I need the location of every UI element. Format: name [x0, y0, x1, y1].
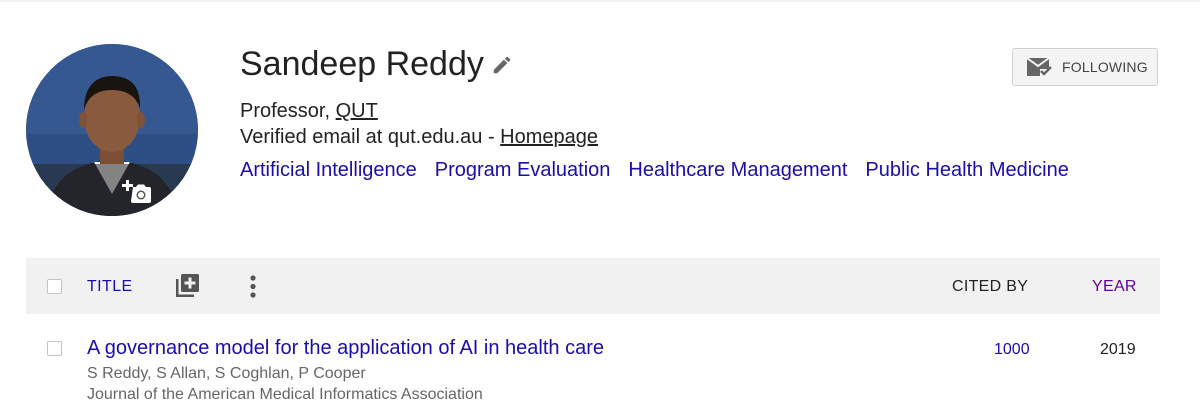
verified-email: Verified email at qut.edu.au - Homepage	[240, 125, 598, 149]
interest-link[interactable]: Program Evaluation	[435, 159, 611, 181]
interest-link[interactable]: Artificial Intelligence	[240, 159, 417, 181]
avatar[interactable]	[26, 44, 198, 216]
more-vert-icon[interactable]	[248, 274, 258, 300]
profile-name: Sandeep Reddy	[240, 45, 484, 83]
email-text: Verified email at qut.edu.au -	[240, 126, 501, 148]
sort-by-year[interactable]: YEAR	[1092, 277, 1137, 297]
add-to-list-icon[interactable]	[174, 273, 200, 299]
photo-overlay	[26, 164, 198, 216]
affiliation-prefix: Professor,	[240, 100, 336, 122]
following-label: FOLLOWING	[1062, 59, 1148, 75]
row-checkbox[interactable]	[47, 341, 62, 356]
camera-add-icon[interactable]	[122, 179, 152, 205]
cited-by-header[interactable]: CITED BY	[952, 277, 1028, 297]
articles-table-header: TITLE CITED BY YEAR	[26, 258, 1160, 314]
affiliation: Professor, QUT	[240, 99, 378, 123]
interest-link[interactable]: Public Health Medicine	[865, 159, 1068, 181]
article-title-link[interactable]: A governance model for the application o…	[87, 336, 604, 360]
top-divider	[0, 0, 1200, 2]
affiliation-link[interactable]: QUT	[336, 100, 378, 122]
pencil-icon[interactable]	[491, 54, 513, 76]
cited-by-count[interactable]: 1000	[994, 340, 1030, 360]
following-button[interactable]: FOLLOWING	[1012, 48, 1158, 86]
mail-check-icon	[1026, 56, 1054, 78]
select-all-checkbox[interactable]	[47, 279, 62, 294]
homepage-link[interactable]: Homepage	[500, 126, 598, 148]
research-interests: Artificial Intelligence Program Evaluatio…	[240, 157, 1087, 183]
article-year: 2019	[1100, 341, 1136, 358]
article-authors: S Reddy, S Allan, S Coghlan, P Cooper	[87, 365, 366, 382]
sort-by-title[interactable]: TITLE	[87, 277, 133, 297]
table-row: A governance model for the application o…	[26, 330, 1160, 412]
interest-link[interactable]: Healthcare Management	[628, 159, 847, 181]
article-venue: Journal of the American Medical Informat…	[87, 386, 483, 403]
